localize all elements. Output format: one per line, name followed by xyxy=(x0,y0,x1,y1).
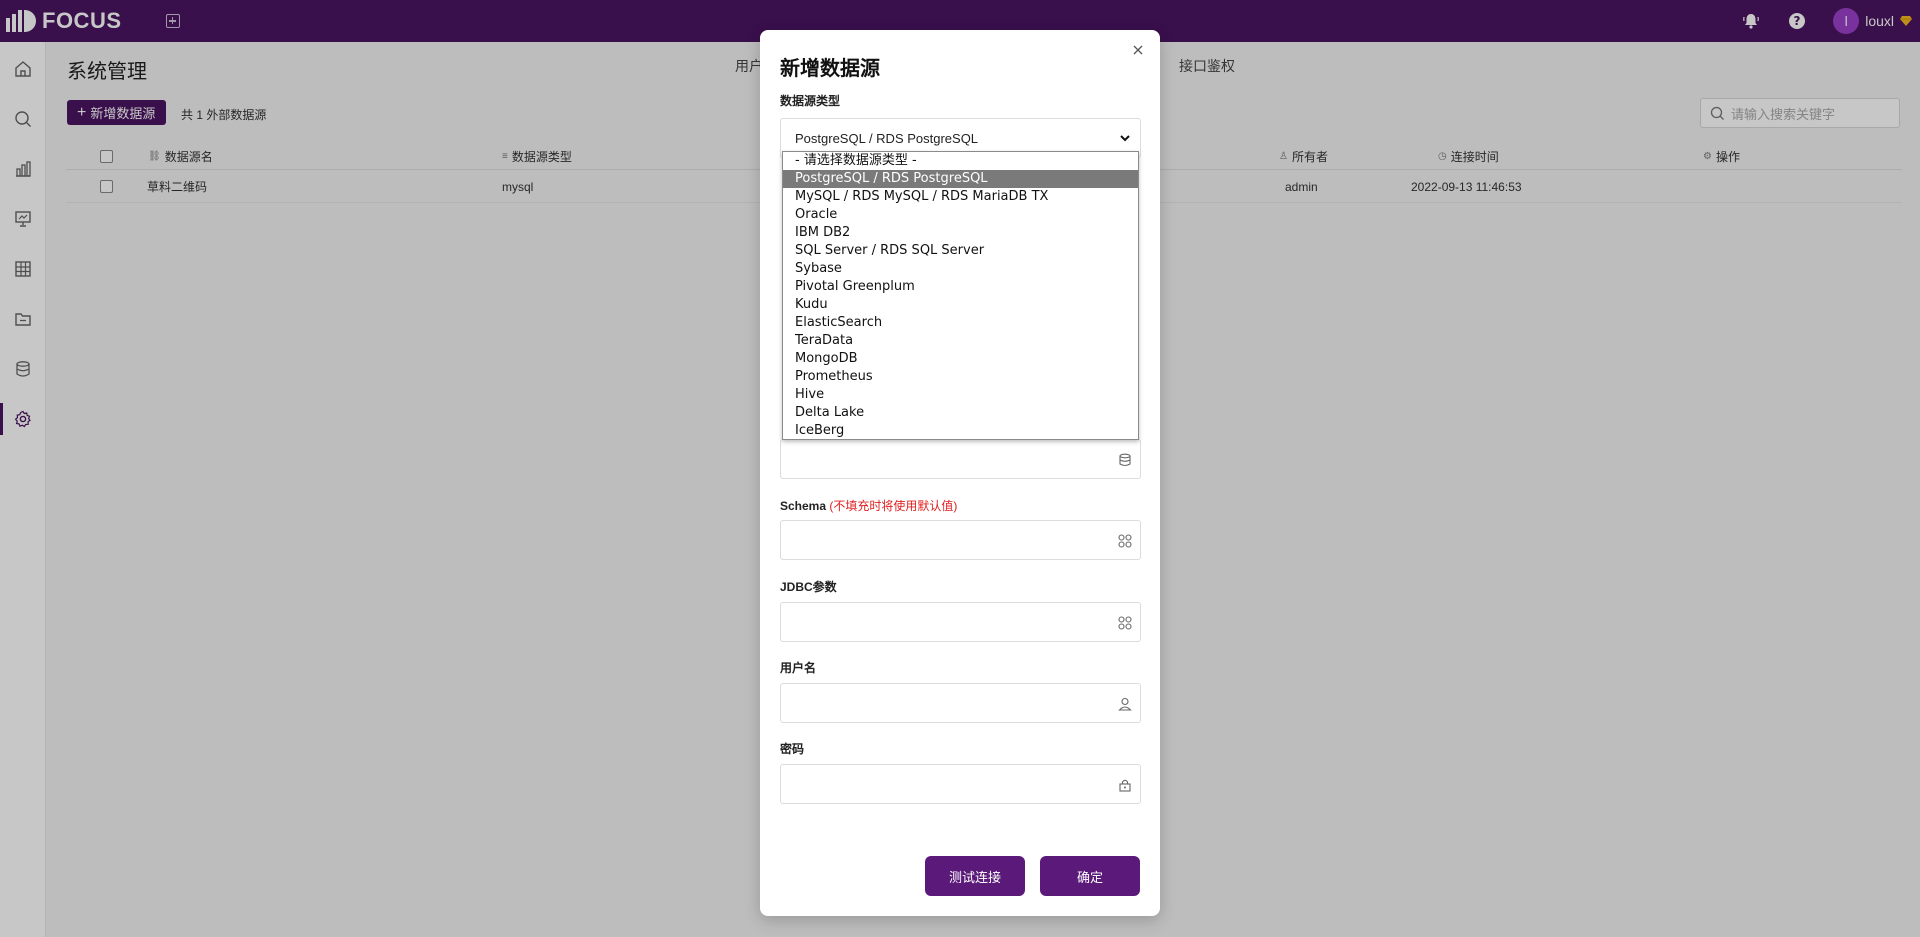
close-icon[interactable] xyxy=(1130,42,1146,58)
option-oracle[interactable]: Oracle xyxy=(783,206,1138,224)
option-delta-lake[interactable]: Delta Lake xyxy=(783,404,1138,422)
username-label: 用户名 xyxy=(780,661,817,675)
database-icon xyxy=(1119,453,1131,467)
jdbc-field[interactable] xyxy=(780,602,1141,642)
datasource-type-dropdown[interactable]: - 请选择数据源类型 - PostgreSQL / RDS PostgreSQL… xyxy=(782,151,1139,440)
option-sybase[interactable]: Sybase xyxy=(783,260,1138,278)
password-label: 密码 xyxy=(780,742,805,756)
lock-icon xyxy=(1119,779,1131,792)
option-iceberg[interactable]: IceBerg xyxy=(783,422,1138,440)
database-field[interactable] xyxy=(780,439,1141,479)
confirm-button[interactable]: 确定 xyxy=(1040,856,1140,896)
chevron-down-icon xyxy=(1120,135,1130,142)
option-ibm-db2[interactable]: IBM DB2 xyxy=(783,224,1138,242)
option-hive[interactable]: Hive xyxy=(783,386,1138,404)
option-sql-server[interactable]: SQL Server / RDS SQL Server xyxy=(783,242,1138,260)
schema-hint: (不填充时将使用默认值) xyxy=(829,499,958,513)
user-icon xyxy=(1118,697,1132,711)
option-postgresql[interactable]: PostgreSQL / RDS PostgreSQL xyxy=(783,170,1138,188)
grid-icon xyxy=(1118,534,1132,548)
type-label: 数据源类型 xyxy=(780,94,841,108)
dialog-title: 新增数据源 xyxy=(780,58,880,80)
option-placeholder[interactable]: - 请选择数据源类型 - xyxy=(783,152,1138,170)
option-kudu[interactable]: Kudu xyxy=(783,296,1138,314)
option-elasticsearch[interactable]: ElasticSearch xyxy=(783,314,1138,332)
option-mongodb[interactable]: MongoDB xyxy=(783,350,1138,368)
selected-type: PostgreSQL / RDS PostgreSQL xyxy=(795,130,979,146)
schema-field[interactable] xyxy=(780,520,1141,560)
option-teradata[interactable]: TeraData xyxy=(783,332,1138,350)
test-connection-button[interactable]: 测试连接 xyxy=(925,856,1025,896)
grid-icon xyxy=(1118,616,1132,630)
jdbc-label: JDBC参数 xyxy=(780,580,837,594)
option-greenplum[interactable]: Pivotal Greenplum xyxy=(783,278,1138,296)
option-prometheus[interactable]: Prometheus xyxy=(783,368,1138,386)
option-mysql[interactable]: MySQL / RDS MySQL / RDS MariaDB TX xyxy=(783,188,1138,206)
username-field[interactable] xyxy=(780,683,1141,723)
password-field[interactable] xyxy=(780,764,1141,804)
schema-label: Schema (不填充时将使用默认值) xyxy=(780,499,958,513)
